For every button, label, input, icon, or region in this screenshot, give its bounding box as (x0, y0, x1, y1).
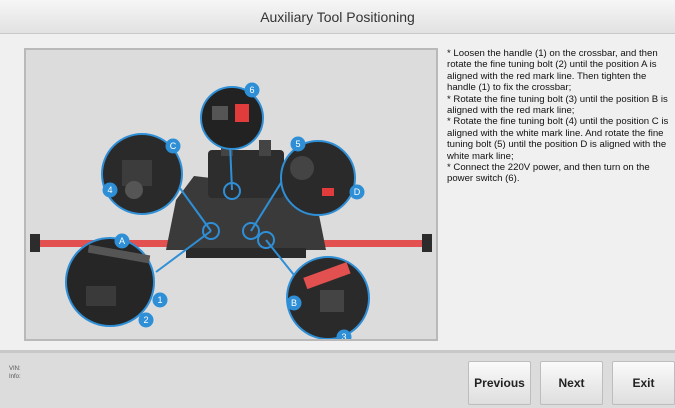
vehicle-info: VIN: Info: (9, 365, 21, 381)
tool-illustration: 6 C 4 5 D A 1 2 B 3 (26, 50, 436, 339)
badge-a-icon: A (114, 233, 130, 249)
info-label: Info: (9, 374, 21, 380)
badge-6-icon: 6 (244, 82, 260, 98)
detail-crossbar-handle (65, 237, 155, 327)
badge-b-icon: B (286, 295, 302, 311)
crossbar-end-left (30, 234, 40, 252)
svg-text:C: C (170, 141, 177, 151)
tool-base (186, 248, 306, 258)
svg-text:4: 4 (107, 185, 112, 195)
exit-button[interactable]: Exit (612, 361, 675, 405)
badge-1-icon: 1 (152, 292, 168, 308)
instructions-text: * Loosen the handle (1) on the crossbar,… (447, 48, 669, 185)
detail-right-bolt (280, 140, 356, 216)
next-button[interactable]: Next (540, 361, 603, 405)
window-title: Auxiliary Tool Positioning (260, 8, 415, 25)
badge-4-icon: 4 (102, 182, 118, 198)
tool-housing (208, 150, 284, 198)
svg-text:3: 3 (341, 332, 346, 339)
main-content: 6 C 4 5 D A 1 2 B 3 * Loosen the handle … (0, 34, 675, 350)
positioning-diagram: 6 C 4 5 D A 1 2 B 3 (24, 48, 438, 341)
badge-5-icon: 5 (290, 136, 306, 152)
previous-button[interactable]: Previous (468, 361, 531, 405)
crossbar-end-right (422, 234, 432, 252)
title-bar: Auxiliary Tool Positioning (0, 0, 675, 34)
svg-text:B: B (291, 298, 297, 308)
svg-text:1: 1 (157, 295, 162, 305)
badge-c-icon: C (165, 138, 181, 154)
tool-post-right (259, 140, 271, 156)
svg-text:D: D (354, 187, 361, 197)
badge-2-icon: 2 (138, 312, 154, 328)
svg-text:A: A (119, 236, 125, 246)
bottom-toolbar: VIN: Info: Previous Next Exit (0, 350, 675, 408)
svg-text:6: 6 (249, 85, 254, 95)
svg-text:5: 5 (295, 139, 300, 149)
vin-label: VIN: (9, 366, 21, 372)
svg-text:2: 2 (143, 315, 148, 325)
app-window: Auxiliary Tool Positioning 6 C 4 5 D A 1… (0, 0, 675, 408)
badge-d-icon: D (349, 184, 365, 200)
